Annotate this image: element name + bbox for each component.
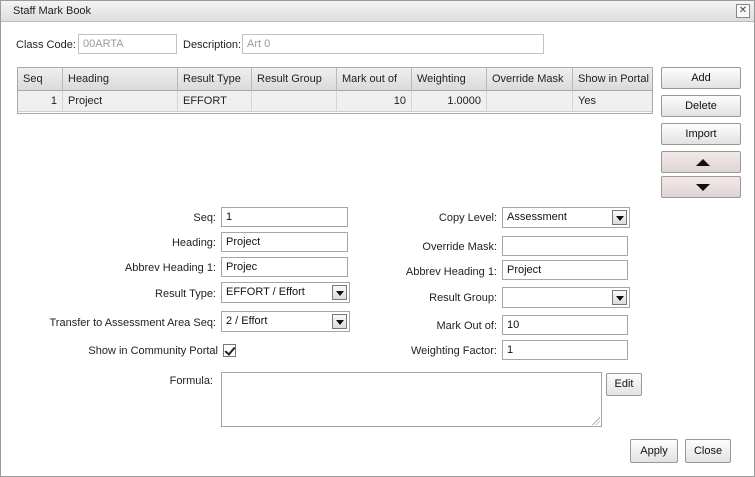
- grid-header: Seq Heading Result Type Result Group Mar…: [18, 68, 652, 91]
- triangle-down-icon: [696, 184, 710, 191]
- override-mask-label: Override Mask:: [422, 241, 497, 253]
- copy-level-select[interactable]: Assessment: [502, 207, 630, 228]
- seq-field[interactable]: 1: [221, 207, 348, 227]
- col-header-show-in-portal[interactable]: Show in Portal: [573, 68, 652, 91]
- col-header-heading[interactable]: Heading: [63, 68, 178, 91]
- table-row[interactable]: 1 Project EFFORT 10 1.0000 Yes: [18, 91, 652, 112]
- class-code-field[interactable]: 00ARTA: [78, 34, 177, 54]
- close-icon[interactable]: ✕: [736, 4, 750, 18]
- weighting-factor-field[interactable]: 1: [502, 340, 628, 360]
- cell-override-mask: [487, 91, 573, 112]
- formula-textarea[interactable]: [221, 372, 602, 427]
- col-header-mark-out-of[interactable]: Mark out of: [337, 68, 412, 91]
- delete-button[interactable]: Delete: [661, 95, 741, 117]
- result-group-label: Result Group:: [429, 292, 497, 304]
- cell-mark-out-of: 10: [337, 91, 412, 112]
- heading-field[interactable]: Project: [221, 232, 348, 252]
- cell-heading: Project: [63, 91, 178, 112]
- transfer-seq-label: Transfer to Assessment Area Seq:: [49, 317, 216, 329]
- formula-label: Formula:: [169, 375, 213, 387]
- result-group-select[interactable]: [502, 287, 630, 308]
- description-label: Description:: [183, 39, 242, 51]
- weighting-factor-label: Weighting Factor:: [410, 345, 497, 357]
- move-up-button[interactable]: [661, 151, 741, 173]
- cell-result-type: EFFORT: [178, 91, 252, 112]
- cell-weighting: 1.0000: [412, 91, 487, 112]
- result-type-select[interactable]: EFFORT / Effort: [221, 282, 350, 303]
- apply-button[interactable]: Apply: [630, 439, 678, 463]
- chevron-down-icon[interactable]: [332, 314, 347, 329]
- copy-level-label: Copy Level:: [438, 212, 497, 224]
- show-in-portal-label: Show in Community Portal: [88, 345, 218, 357]
- transfer-seq-value: 2 / Effort: [226, 315, 268, 327]
- transfer-seq-select[interactable]: 2 / Effort: [221, 311, 350, 332]
- description-field[interactable]: Art 0: [242, 34, 544, 54]
- result-type-value: EFFORT / Effort: [226, 286, 305, 298]
- col-header-result-type[interactable]: Result Type: [178, 68, 252, 91]
- triangle-up-icon: [696, 159, 710, 166]
- abbrev-heading-1-label: Abbrev Heading 1:: [124, 262, 216, 274]
- chevron-down-icon[interactable]: [332, 285, 347, 300]
- staff-mark-book-dialog: Staff Mark Book ✕ Class Code: 00ARTA Des…: [0, 0, 755, 477]
- cell-show-in-portal: Yes: [578, 95, 596, 107]
- edit-formula-button[interactable]: Edit: [606, 373, 642, 396]
- override-mask-field[interactable]: [502, 236, 628, 256]
- col-header-seq[interactable]: Seq: [18, 68, 63, 91]
- close-button[interactable]: Close: [685, 439, 731, 463]
- col-header-override-mask[interactable]: Override Mask: [487, 68, 573, 91]
- resize-grip-icon[interactable]: [592, 417, 600, 425]
- window-title: Staff Mark Book: [13, 5, 92, 17]
- abbrev-heading-1-field[interactable]: Projec: [221, 257, 348, 277]
- chevron-down-icon[interactable]: [612, 290, 627, 305]
- title-bar[interactable]: Staff Mark Book ✕: [1, 1, 754, 22]
- copy-level-value: Assessment: [507, 211, 567, 223]
- col-header-weighting[interactable]: Weighting: [412, 68, 487, 91]
- col-header-result-group[interactable]: Result Group: [252, 68, 337, 91]
- heading-label: Heading:: [171, 237, 216, 249]
- mark-out-of-label: Mark Out of:: [436, 320, 497, 332]
- result-type-label: Result Type:: [155, 288, 216, 300]
- move-down-button[interactable]: [661, 176, 741, 198]
- mark-out-of-field[interactable]: 10: [502, 315, 628, 335]
- show-in-portal-checkbox[interactable]: [223, 344, 236, 357]
- cell-seq: 1: [18, 91, 63, 112]
- abbrev-heading-1-right-field[interactable]: Project: [502, 260, 628, 280]
- class-code-label: Class Code:: [16, 39, 76, 51]
- add-button[interactable]: Add: [661, 67, 741, 89]
- mark-book-grid: Seq Heading Result Type Result Group Mar…: [17, 67, 653, 114]
- cell-result-group: [252, 91, 337, 112]
- seq-label: Seq:: [193, 212, 216, 224]
- chevron-down-icon[interactable]: [612, 210, 627, 225]
- abbrev-heading-1-right-label: Abbrev Heading 1:: [405, 266, 497, 278]
- import-button[interactable]: Import: [661, 123, 741, 145]
